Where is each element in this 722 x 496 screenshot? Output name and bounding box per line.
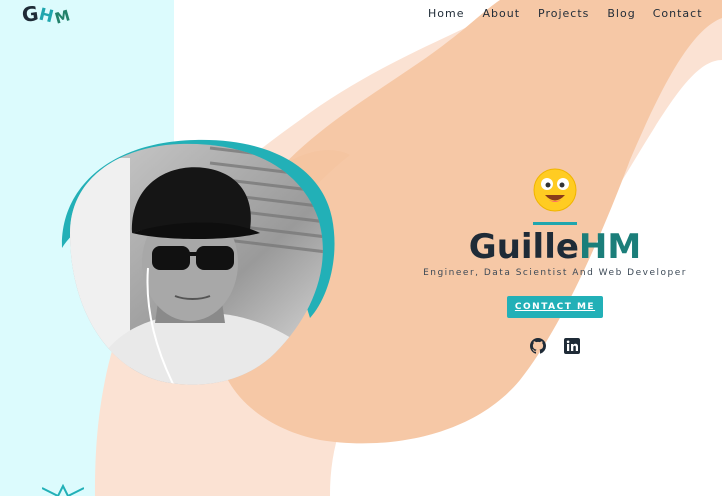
nav-contact-link[interactable]: Contact: [653, 7, 703, 20]
hero-title: GuilleHM: [420, 227, 690, 267]
linkedin-icon[interactable]: [564, 338, 580, 354]
grinning-face-icon: [533, 168, 577, 212]
hero-name-last: HM: [578, 227, 642, 267]
nav-home-link[interactable]: Home: [428, 7, 464, 20]
brand-logo[interactable]: G H M: [20, 1, 72, 28]
hero-section: GuilleHM Engineer, Data Scientist And We…: [420, 168, 690, 354]
nav-blog-link[interactable]: Blog: [607, 7, 635, 20]
hero-name-first: Guille: [468, 227, 579, 267]
title-divider: [533, 222, 577, 225]
social-links: [420, 338, 690, 354]
bottom-decoration: [42, 484, 84, 496]
nav-about-link[interactable]: About: [482, 7, 520, 20]
github-icon[interactable]: [530, 338, 546, 354]
profile-photo: [61, 139, 335, 385]
logo-letter-m: M: [52, 6, 72, 28]
main-nav: Home About Projects Blog Contact: [428, 7, 703, 20]
logo-letter-h: H: [37, 4, 56, 28]
contact-me-button[interactable]: CONTACT ME: [506, 296, 604, 318]
hero-subtitle: Engineer, Data Scientist And Web Develop…: [423, 268, 687, 278]
nav-projects-link[interactable]: Projects: [538, 7, 589, 20]
